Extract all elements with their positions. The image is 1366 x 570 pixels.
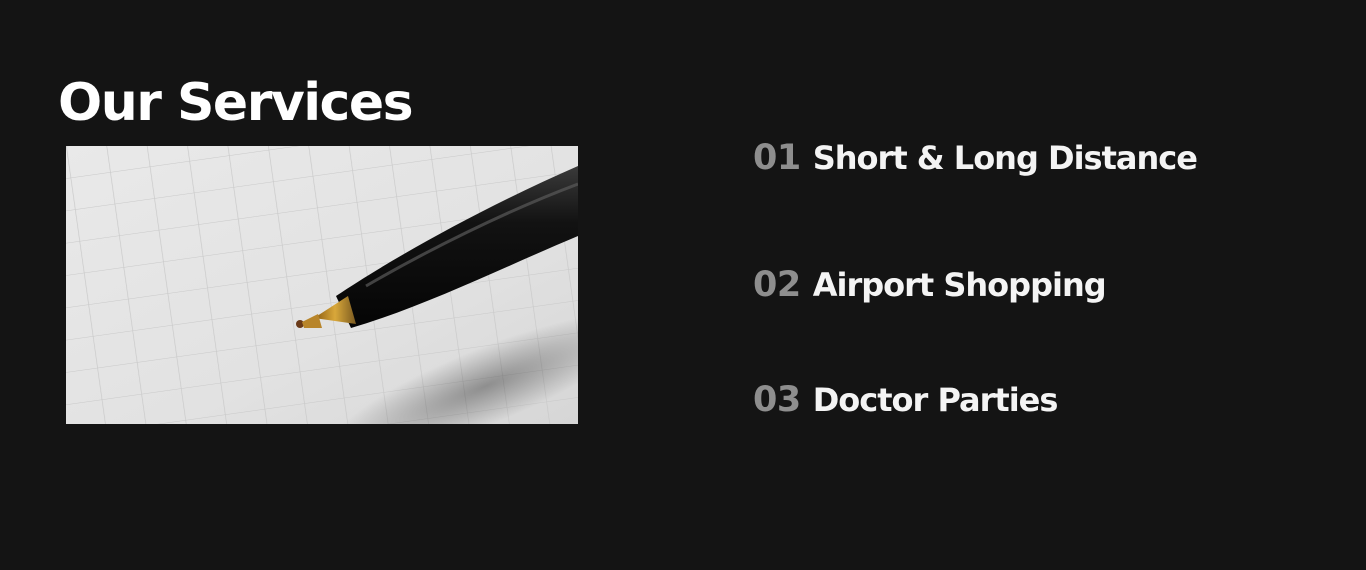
services-list: 01 Short & Long Distance 02 Airport Shop… <box>753 0 1313 570</box>
pen-photo <box>66 146 578 424</box>
service-item-airport-shopping: 02 Airport Shopping <box>753 265 1107 305</box>
service-label: Doctor Parties <box>812 381 1059 419</box>
service-number: 03 <box>753 380 801 420</box>
service-label: Short & Long Distance <box>812 139 1198 177</box>
service-item-short-long-distance: 01 Short & Long Distance <box>753 138 1198 178</box>
services-section: Our Services 01 Short & Long Distance 02… <box>0 0 1366 570</box>
service-item-doctor-parties: 03 Doctor Parties <box>753 380 1059 420</box>
service-label: Airport Shopping <box>812 266 1107 304</box>
service-number: 02 <box>753 265 801 305</box>
pen-photo-icon <box>66 146 578 424</box>
section-title: Our Services <box>58 73 414 133</box>
service-number: 01 <box>753 138 801 178</box>
